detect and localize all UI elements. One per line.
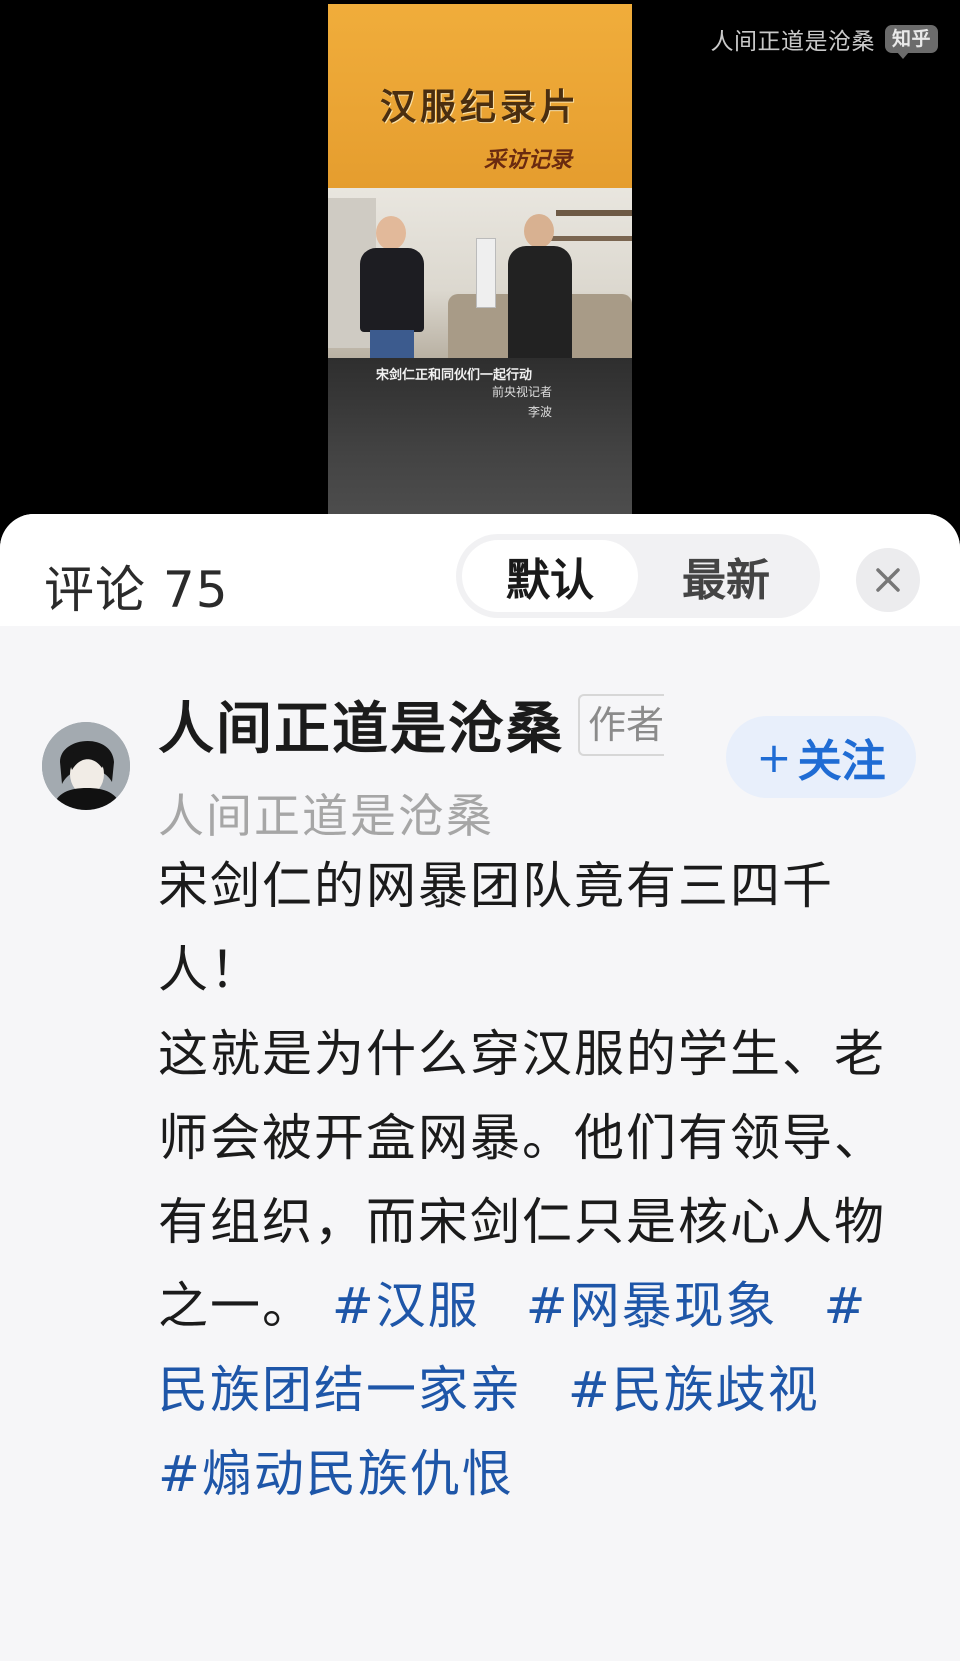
video-credit-line: 前央视记者 (492, 385, 553, 399)
tab-default[interactable]: 默认 (462, 540, 638, 612)
video-credit-name: 李波 (528, 405, 553, 419)
close-icon (876, 568, 900, 592)
comment-paragraph: 这就是为什么穿汉服的学生、老师会被开盒网暴。他们有领导、有组织，而宋剑仁只是核心… (158, 1012, 906, 1516)
close-button[interactable] (856, 548, 920, 612)
author-badge: 作者 (578, 693, 664, 756)
video-subtitle: 采访记录 (483, 147, 572, 173)
avatar-image (42, 722, 130, 810)
video-caption: 宋剑仁正和同伙们一起行动 (376, 368, 533, 383)
person-figure (354, 216, 434, 358)
author-subtitle: 人间正道是沧桑 (158, 789, 494, 843)
video-credit: 前央视记者 李波 (492, 382, 552, 422)
video-title: 汉服纪录片 (379, 86, 580, 128)
hashtag-link[interactable]: #民族歧视 (568, 1361, 820, 1419)
comment-paragraph: 宋剑仁的网暴团队竟有三四千人！ (158, 857, 834, 999)
watermark-text: 人间正道是沧桑 (710, 29, 875, 55)
tab-latest[interactable]: 最新 (638, 540, 814, 612)
follow-label: 关注 (797, 736, 886, 787)
comment-count: 评论 75 (44, 561, 229, 619)
zhihu-logo-icon: 知乎 (884, 25, 938, 59)
author-row: 人间正道是沧桑 作者 (158, 684, 664, 765)
hashtag-link[interactable]: #网暴现象 (526, 1277, 778, 1335)
video-player[interactable]: 人间正道是沧桑 知乎 汉服纪录片 采访记录 宋剑仁正和同伙们一起行动 前央视记者… (0, 0, 960, 560)
watermark: 人间正道是沧桑 知乎 (710, 22, 938, 59)
hashtag-link[interactable]: #煽动民族仇恨 (158, 1445, 514, 1503)
comment-sheet-header: 评论 75 默认 最新 (0, 514, 960, 626)
comment-text: 宋剑仁的网暴团队竟有三四千人！ 这就是为什么穿汉服的学生、老师会被开盒网暴。他们… (158, 844, 906, 1516)
comment-sheet: 评论 75 默认 最新 人间正道是沧桑 作者 + 关注 人间正道是沧桑 宋剑仁的… (0, 514, 960, 1661)
person-figure (508, 214, 578, 358)
follow-button[interactable]: + 关注 (726, 716, 916, 798)
plus-icon: + (756, 732, 792, 782)
video-scene (328, 188, 632, 358)
sort-tabs: 默认 最新 (456, 534, 820, 618)
author-name[interactable]: 人间正道是沧桑 (158, 684, 564, 765)
video-frame[interactable]: 汉服纪录片 采访记录 宋剑仁正和同伙们一起行动 前央视记者 李波 (328, 4, 632, 516)
hashtag-link[interactable]: #汉服 (332, 1277, 480, 1335)
scene-air-conditioner (476, 238, 496, 308)
avatar[interactable] (42, 722, 130, 810)
